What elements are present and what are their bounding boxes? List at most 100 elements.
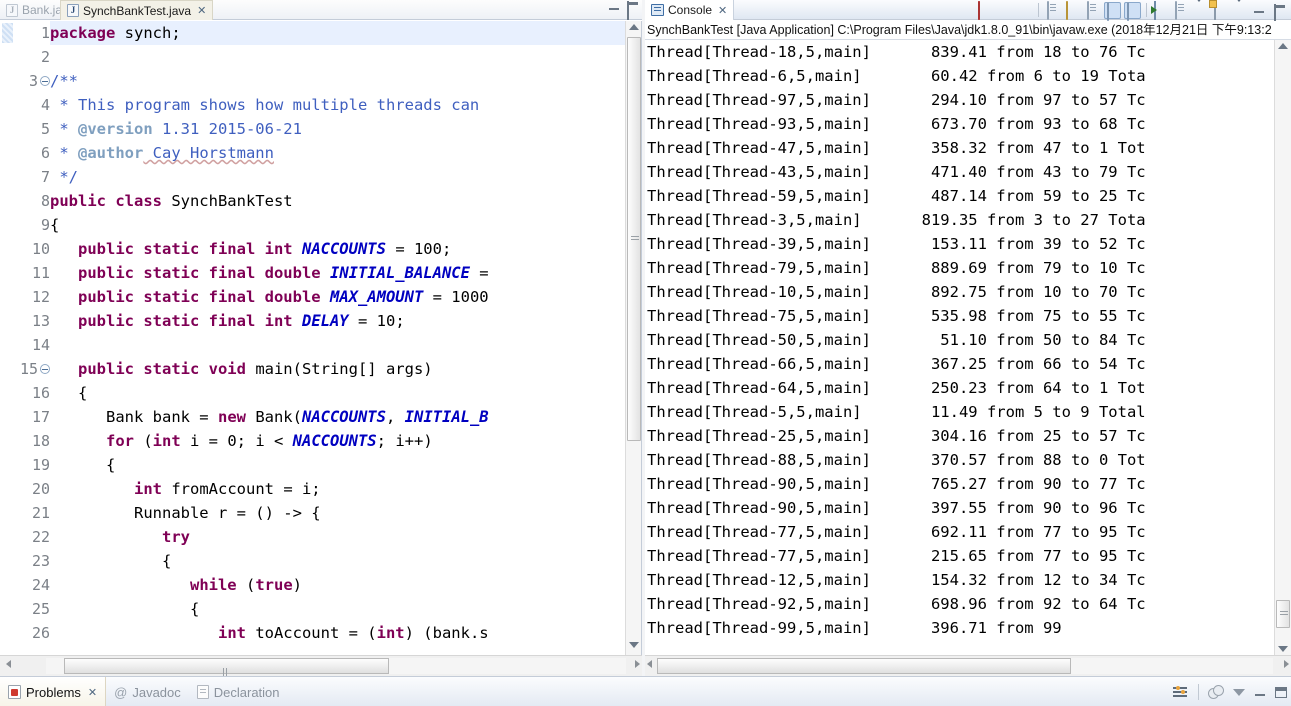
code-line[interactable]: for (int i = 0; i < NACCOUNTS; i++): [50, 429, 625, 453]
code-line[interactable]: * @version 1.31 2015-06-21: [50, 117, 625, 141]
open-console-button[interactable]: [1152, 0, 1169, 20]
code-token: synch;: [115, 24, 181, 42]
maximize-icon[interactable]: [1275, 686, 1287, 698]
console-horizontal-scrollbar[interactable]: [657, 658, 1273, 674]
code-line[interactable]: public class SynchBankTest: [50, 189, 625, 213]
scroll-right-icon[interactable]: [1284, 660, 1289, 668]
caret-down-icon[interactable]: [1233, 688, 1245, 696]
code-line[interactable]: */: [50, 165, 625, 189]
code-line[interactable]: Runnable r = () -> {: [50, 501, 625, 525]
tab-console[interactable]: Console ✕: [645, 0, 735, 20]
remove-all-terminated-button[interactable]: [1016, 2, 1033, 19]
console-view-button[interactable]: [1172, 0, 1189, 20]
editor-vscroll-thumb[interactable]: [627, 37, 641, 441]
code-line[interactable]: {: [50, 381, 625, 405]
console-thread-name: Thread[Thread-66,5,main]: [647, 355, 871, 373]
minimize-icon[interactable]: [609, 2, 619, 12]
editor-tab-synchbanktest-java[interactable]: J SynchBankTest.java ✕: [60, 0, 214, 20]
bottom-tab-group: Problems ✕ @ Javadoc Declaration: [0, 677, 288, 706]
console-transfer-text: from 75 to 55 Tc: [986, 307, 1146, 325]
maximize-icon[interactable]: [627, 1, 638, 20]
console-thread-name: Thread[Thread-10,5,main]: [647, 283, 871, 301]
console-output-lines[interactable]: Thread[Thread-18,5,main] 839.41 from 18 t…: [647, 40, 1274, 640]
show-console-on-output-button[interactable]: [1084, 0, 1101, 20]
code-line[interactable]: public static final int NACCOUNTS = 100;: [50, 237, 625, 261]
editor-vertical-scrollbar[interactable]: [625, 21, 641, 655]
code-line[interactable]: while (true): [50, 573, 625, 597]
clear-console-button[interactable]: [1044, 0, 1061, 20]
scroll-down-icon[interactable]: [629, 642, 639, 652]
maximize-console-button[interactable]: [1272, 2, 1289, 23]
pin-console-button[interactable]: [1104, 1, 1121, 21]
minimize-icon[interactable]: [1254, 686, 1266, 698]
scroll-left-icon[interactable]: [6, 660, 11, 668]
line-number: 23: [31, 552, 50, 570]
marker-bar[interactable]: [0, 21, 14, 655]
close-icon[interactable]: ✕: [718, 4, 727, 17]
code-token: @version: [78, 120, 153, 138]
code-line[interactable]: public static final double MAX_AMOUNT = …: [50, 285, 625, 309]
console-line: Thread[Thread-99,5,main] 396.71 from 99: [647, 616, 1274, 640]
code-line[interactable]: int fromAccount = i;: [50, 477, 625, 501]
code-line[interactable]: /**: [50, 69, 625, 93]
code-line[interactable]: [50, 45, 625, 69]
scroll-lock-button[interactable]: [1064, 0, 1081, 20]
code-line[interactable]: public static void main(String[] args): [50, 357, 625, 381]
new-console-menu-button[interactable]: [1232, 0, 1249, 19]
problems-icon: [8, 685, 21, 699]
console-hscroll-thumb[interactable]: [657, 658, 1071, 674]
code-line[interactable]: public static final int DELAY = 10;: [50, 309, 625, 333]
close-icon[interactable]: ✕: [88, 686, 97, 699]
code-line[interactable]: public static final double INITIAL_BALAN…: [50, 261, 625, 285]
filter-icon[interactable]: [1173, 684, 1189, 700]
close-icon[interactable]: ✕: [197, 4, 206, 17]
code-token: (: [236, 576, 256, 594]
editor-hscroll-thumb[interactable]: [64, 658, 389, 694]
code-line[interactable]: {: [50, 453, 625, 477]
editor-horizontal-scrollbar[interactable]: [46, 658, 626, 694]
console-thread-name: Thread[Thread-47,5,main]: [647, 139, 871, 157]
console-vscroll-thumb[interactable]: [1276, 600, 1290, 628]
code-line[interactable]: [50, 333, 625, 357]
console-amount: 487.14: [930, 187, 987, 205]
console-transfer-text: from 77 to 95 Tc: [986, 547, 1146, 565]
tab-problems[interactable]: Problems ✕: [0, 677, 107, 706]
code-line[interactable]: int toAccount = (int) (bank.s: [50, 621, 625, 645]
code-line[interactable]: {: [50, 549, 625, 573]
code-lines[interactable]: package synch; /** * This program shows h…: [50, 21, 625, 655]
console-view-menu-button[interactable]: [1192, 0, 1209, 19]
code-line[interactable]: package synch;: [50, 21, 625, 45]
editor-tab-bar: J Bank.java J SynchBankTest.java ✕: [0, 0, 642, 20]
code-line[interactable]: * @author Cay Horstmann: [50, 141, 625, 165]
code-token: main(String[] args): [245, 360, 433, 378]
view-menu-icon[interactable]: [1208, 684, 1224, 700]
scroll-right-icon[interactable]: [635, 660, 640, 668]
code-line[interactable]: {: [50, 213, 625, 237]
scroll-up-icon[interactable]: [1278, 43, 1288, 49]
console-thread-name: Thread[Thread-25,5,main]: [647, 427, 871, 445]
console-transfer-text: from 77 to 95 Tc: [986, 523, 1146, 541]
scroll-up-icon[interactable]: [629, 24, 639, 34]
scroll-left-icon[interactable]: [647, 660, 652, 668]
console-transfer-text: from 90 to 96 Tc: [986, 499, 1146, 517]
tab-declaration[interactable]: Declaration: [189, 677, 288, 706]
code-line[interactable]: {: [50, 597, 625, 621]
minimize-console-button[interactable]: [1252, 2, 1269, 19]
code-token: int: [152, 432, 181, 450]
code-token: toAccount = (: [245, 624, 377, 642]
code-editor[interactable]: 1 2 3 4 5 6 7 8 9 10 11 12 13 14 15 16 17 18 19 20 21 22 23 24 2…: [0, 21, 642, 655]
fold-collapse-icon[interactable]: [40, 76, 50, 86]
code-line[interactable]: * This program shows how multiple thread…: [50, 93, 625, 117]
console-vertical-scrollbar[interactable]: [1274, 40, 1291, 655]
display-selected-console-button[interactable]: [1124, 1, 1141, 21]
code-line[interactable]: try: [50, 525, 625, 549]
terminate-button[interactable]: [976, 0, 993, 20]
tab-javadoc[interactable]: @ Javadoc: [106, 677, 189, 706]
new-console-view-button[interactable]: [1212, 0, 1229, 20]
scroll-down-icon[interactable]: [1278, 646, 1288, 652]
remove-launch-button[interactable]: [996, 2, 1013, 19]
console-output-area[interactable]: Thread[Thread-18,5,main] 839.41 from 18 t…: [645, 40, 1291, 655]
fold-collapse-icon[interactable]: [40, 364, 50, 374]
code-line[interactable]: Bank bank = new Bank(NACCOUNTS, INITIAL_…: [50, 405, 625, 429]
